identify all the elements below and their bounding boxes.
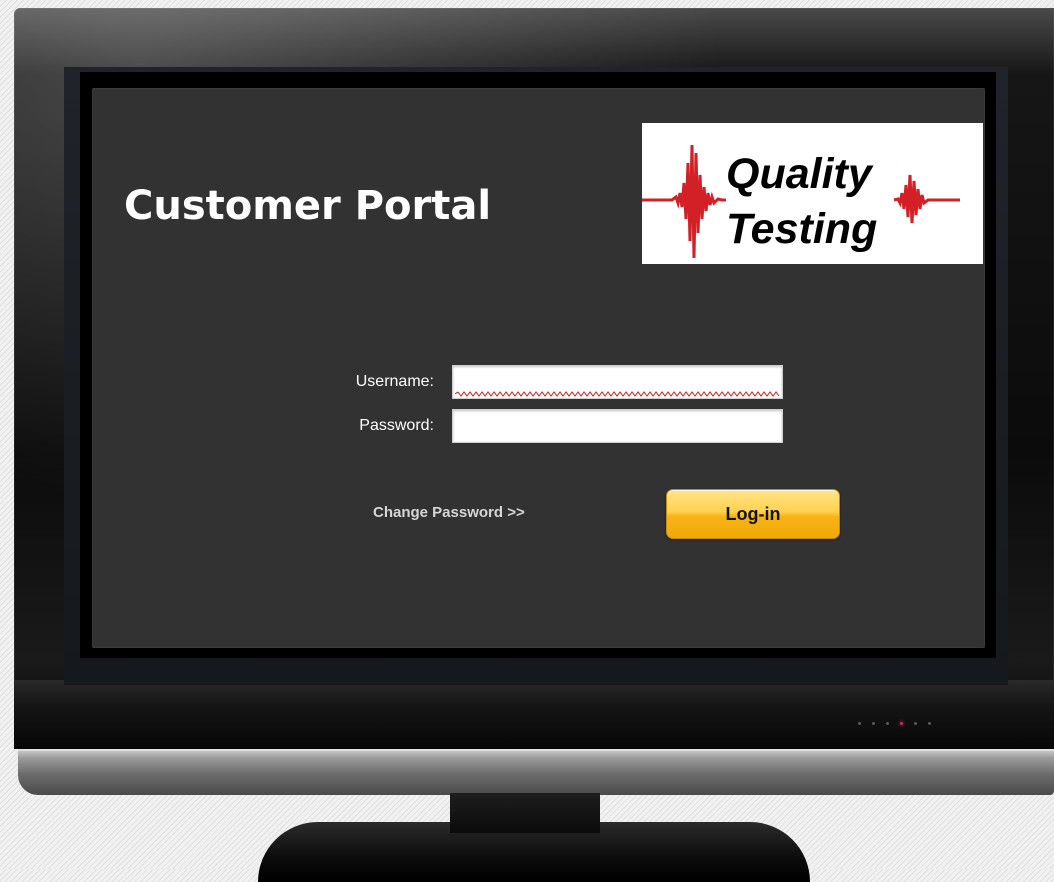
quality-testing-logo: Quality Testing: [642, 123, 983, 264]
monitor-bezel-lower: [14, 680, 1054, 749]
indicator-light: [872, 722, 875, 725]
indicator-light: [928, 722, 931, 725]
username-label: Username:: [355, 373, 434, 390]
page-title: Customer Portal: [124, 183, 492, 229]
logo-line-testing: Testing: [726, 205, 878, 253]
password-input[interactable]: [452, 409, 783, 443]
indicator-light: [886, 722, 889, 725]
password-label: Password:: [359, 417, 434, 434]
login-button[interactable]: Log-in: [666, 489, 840, 539]
status-lights: [858, 721, 948, 727]
username-input[interactable]: [452, 365, 783, 399]
monitor-chin: [18, 749, 1054, 795]
power-led-icon: [900, 722, 903, 725]
indicator-light: [914, 722, 917, 725]
logo-line-quality: Quality: [726, 150, 872, 198]
indicator-light: [858, 722, 861, 725]
monitor-stand-neck: [450, 793, 600, 833]
change-password-link[interactable]: Change Password >>: [373, 504, 525, 522]
